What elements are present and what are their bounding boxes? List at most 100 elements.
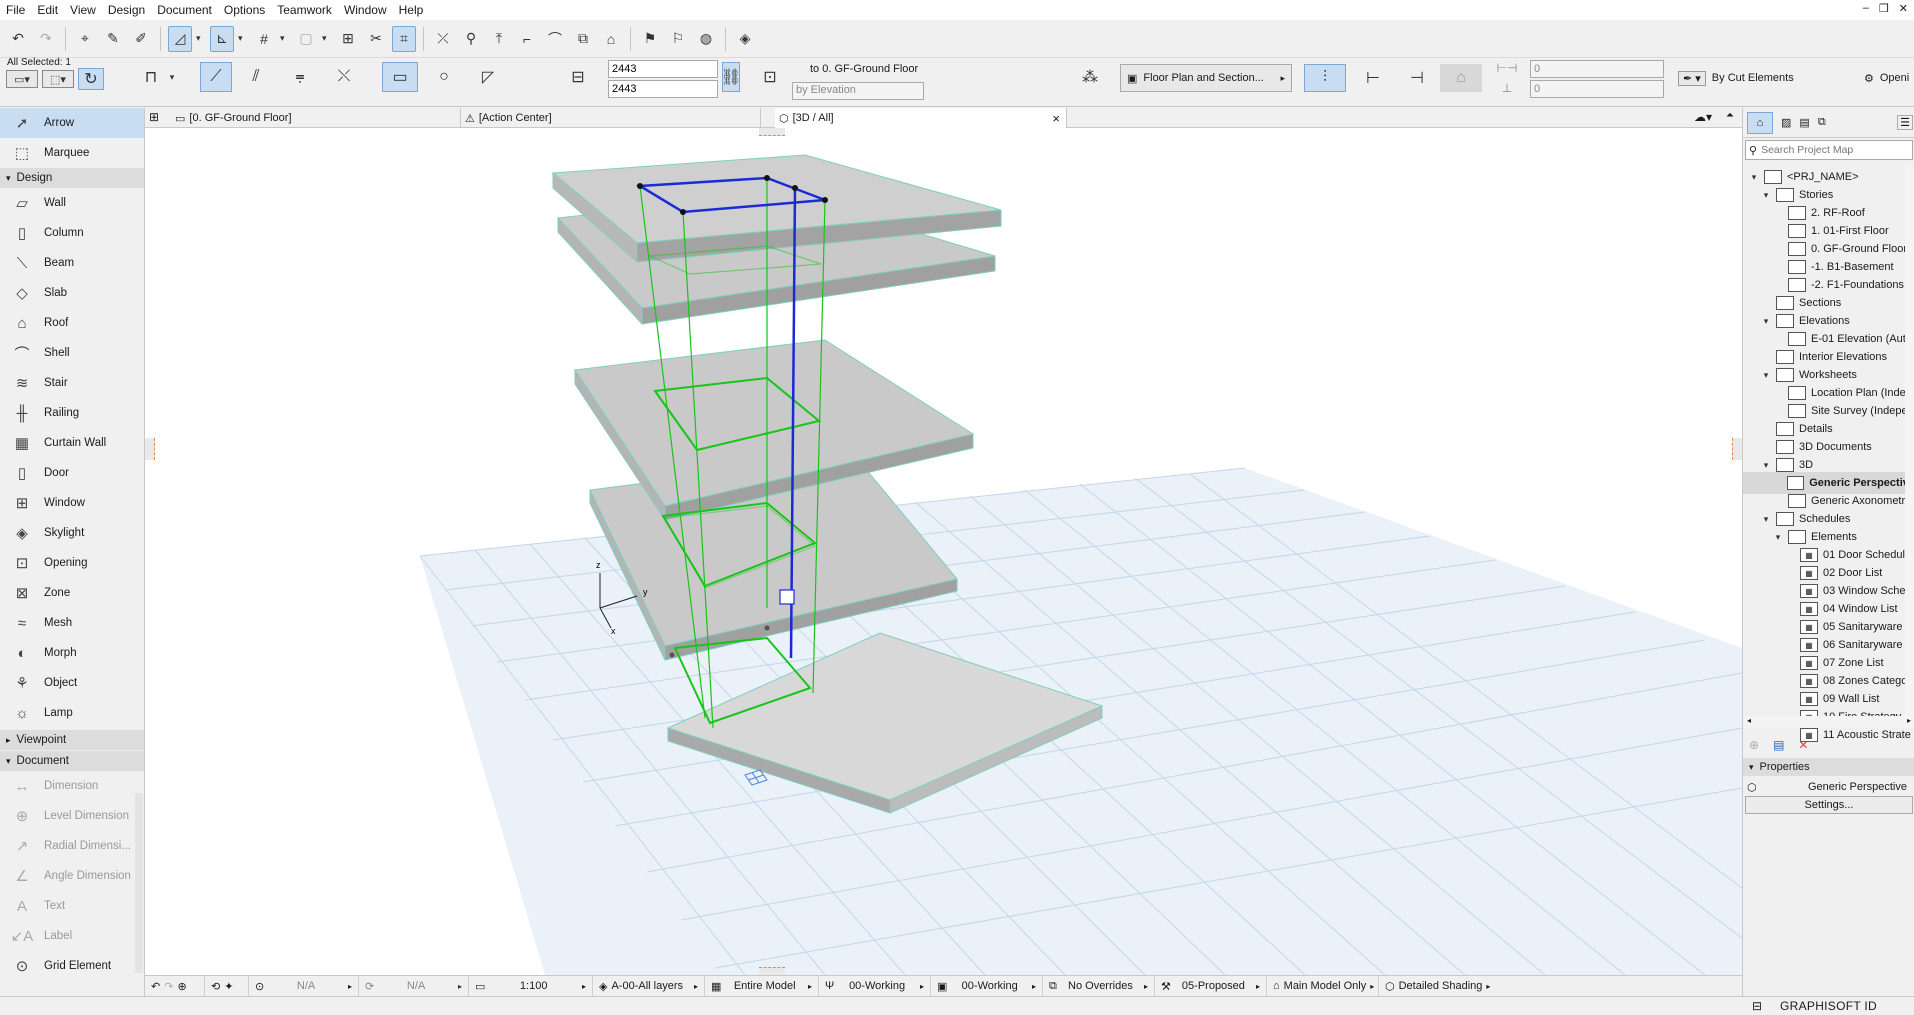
design-group-header[interactable]: ▾ Design (0, 168, 144, 188)
angle-field[interactable]: ⟳ N/A ▸ (359, 975, 469, 997)
openings-control[interactable]: ⚙ Openi (1862, 64, 1914, 92)
tool-curtain-wall[interactable]: ▦ Curtain Wall (0, 428, 144, 458)
tool-label[interactable]: ↙A Label (0, 921, 144, 951)
zoom-field[interactable]: ⊙ N/A ▸ (249, 975, 359, 997)
tool-slab[interactable]: ◇ Slab (0, 278, 144, 308)
home-story-icon[interactable]: ⊡ (754, 62, 786, 92)
caret-down-icon[interactable]: ▾ (1761, 316, 1771, 327)
model-view-dropdown[interactable]: ▦ Entire Model ▸ (705, 975, 819, 997)
tool-dimension[interactable]: ↔ Dimension (0, 771, 144, 801)
offset-field-a[interactable] (1530, 60, 1664, 78)
tab-floor-plan[interactable]: ▭ [0. GF-Ground Floor] (171, 108, 461, 128)
align-right-icon[interactable]: ⊣ (1396, 64, 1438, 92)
tool-beam[interactable]: ⟍ Beam (0, 248, 144, 278)
guide-lines-icon[interactable]: ◿ (168, 25, 192, 52)
account-icon[interactable]: ⊟ (1752, 999, 1762, 1013)
menu-options[interactable]: Options (218, 0, 271, 20)
renovation-filter-dropdown[interactable]: ⚒ 05-Proposed ▸ (1155, 975, 1267, 997)
marquee-mode-icon[interactable]: ⬚▾ (42, 70, 74, 88)
syringe-icon[interactable]: ✐ (129, 26, 153, 52)
tool-roof[interactable]: ⌂ Roof (0, 308, 144, 338)
building-material-icon[interactable]: ⌂ (1440, 64, 1482, 92)
orbit-controls[interactable]: ⟲ ✦ (205, 975, 249, 997)
menu-file[interactable]: File (0, 0, 31, 20)
layer-icon[interactable]: ▢ (294, 26, 318, 52)
caret-down-icon[interactable]: ▾ (1761, 370, 1771, 381)
undo-zoom-controls[interactable]: ↶ ↷ ⊕ (145, 975, 205, 997)
tool-wall[interactable]: ▱ Wall (0, 188, 144, 218)
tool-mesh[interactable]: ≈ Mesh (0, 608, 144, 638)
clone-view-icon[interactable]: ▤ (1773, 738, 1784, 752)
chevron-down-icon[interactable]: ▾ (166, 62, 178, 92)
3d-style-dropdown[interactable]: ⬡ Detailed Shading ▸ (1379, 976, 1493, 997)
caret-down-icon[interactable]: ▾ (1761, 514, 1771, 525)
suspend-groups-icon[interactable]: ⌗ (392, 25, 416, 52)
redo-zoom-icon[interactable]: ↷ (164, 980, 173, 993)
slab-height-icon[interactable]: ⊟ (566, 62, 590, 92)
tool-lamp[interactable]: ☼ Lamp (0, 698, 144, 728)
elevate-icon[interactable]: ⤒ (487, 26, 511, 52)
tool-window[interactable]: ⊞ Window (0, 488, 144, 518)
grid-snap-icon[interactable]: # (252, 26, 276, 52)
menu-document[interactable]: Document (151, 0, 218, 20)
fillet-icon[interactable]: ⌒ (543, 26, 567, 52)
geometry-split-icon[interactable]: ⫽ (240, 62, 272, 92)
navigator-menu-icon[interactable]: ☰ (1897, 115, 1913, 130)
orbit-icon[interactable]: ⟲ (211, 980, 220, 993)
geometry-none-icon[interactable]: ⟋ (200, 62, 232, 92)
tool-grid-element[interactable]: ⊙ Grid Element (0, 951, 144, 981)
chevron-down-icon[interactable]: ▾ (322, 33, 332, 44)
cloud-icon[interactable]: ☁▾ (1694, 110, 1712, 124)
right-resize-handle[interactable] (1732, 438, 1742, 460)
rectangle-method-icon[interactable]: ▭ (382, 62, 418, 92)
globe-icon[interactable]: ◍ (694, 26, 718, 52)
chevron-down-icon[interactable]: ▾ (238, 33, 248, 44)
tool-object[interactable]: ⚘ Object (0, 668, 144, 698)
left-resize-handle[interactable] (145, 438, 155, 460)
caret-down-icon[interactable]: ▾ (1773, 532, 1783, 543)
tool-angle-dimension[interactable]: ∠ Angle Dimension (0, 861, 144, 891)
arc-method-icon[interactable]: ◸ (470, 62, 506, 92)
cut-elements-control[interactable]: ✒ ▾ By Cut Elements (1672, 64, 1856, 92)
structural-function-dropdown[interactable]: ⌂ Main Model Only ▸ (1267, 975, 1379, 997)
publisher-icon[interactable]: ⧉ (1818, 116, 1826, 129)
properties-header[interactable]: ▾ Properties (1743, 758, 1914, 776)
caret-down-icon[interactable]: ▾ (1749, 172, 1759, 183)
dimension-standard-dropdown[interactable]: ▣ 00-Working ▸ (931, 975, 1043, 997)
menu-teamwork[interactable]: Teamwork (271, 0, 338, 20)
caret-down-icon[interactable]: ▾ (1761, 190, 1771, 201)
settings-button[interactable]: Settings... (1745, 796, 1913, 814)
minimize-button[interactable]: – (1863, 2, 1869, 15)
rotate-icon[interactable]: ↻ (78, 68, 104, 90)
close-window-button[interactable]: ✕ (1899, 2, 1908, 15)
magic-wand-icon[interactable]: ⚲ (459, 26, 483, 52)
close-tab-icon[interactable]: × (1052, 111, 1060, 126)
tool-marquee[interactable]: ⬚ Marquee (0, 138, 144, 168)
toolbox-scrollbar[interactable] (135, 793, 143, 973)
undo-zoom-icon[interactable]: ↶ (151, 980, 160, 993)
document-group-header[interactable]: ▾ Document (0, 751, 144, 771)
tool-level-dimension[interactable]: ⊕ Level Dimension (0, 801, 144, 831)
tool-skylight[interactable]: ◈ Skylight (0, 518, 144, 548)
delete-view-icon[interactable]: ✕ (1798, 738, 1808, 752)
floor-plan-section-dropdown[interactable]: ▣ Floor Plan and Section... ▸ (1120, 64, 1292, 92)
tool-door[interactable]: ▯ Door (0, 458, 144, 488)
search-input[interactable] (1761, 144, 1892, 156)
graphisoft-id-label[interactable]: GRAPHISOFT ID (1780, 999, 1877, 1013)
find-select-icon[interactable]: ⌖ (73, 26, 97, 52)
tab-menu-icon[interactable]: ⏶ (1726, 110, 1734, 121)
scale-dropdown[interactable]: ▭ 1:100 ▸ (469, 975, 593, 997)
walk-icon[interactable]: ✦ (224, 980, 233, 993)
tab-3d-all[interactable]: ⬡ [3D / All] × (775, 108, 1067, 128)
project-map-icon[interactable]: ⌂ (1747, 111, 1773, 134)
menu-edit[interactable]: Edit (31, 0, 64, 20)
menu-view[interactable]: View (64, 0, 102, 20)
undo-icon[interactable]: ↶ (6, 26, 30, 52)
caret-down-icon[interactable]: ▾ (1761, 460, 1771, 471)
pen-set-dropdown[interactable]: Ψ 00-Working ▸ (819, 975, 931, 997)
tool-column[interactable]: ▯ Column (0, 218, 144, 248)
restore-button[interactable]: ❐ (1879, 2, 1889, 15)
viewpoint-group-header[interactable]: ▸ Viewpoint (0, 730, 144, 750)
flag-icon[interactable]: ⚑ (638, 26, 662, 52)
menu-help[interactable]: Help (393, 0, 430, 20)
